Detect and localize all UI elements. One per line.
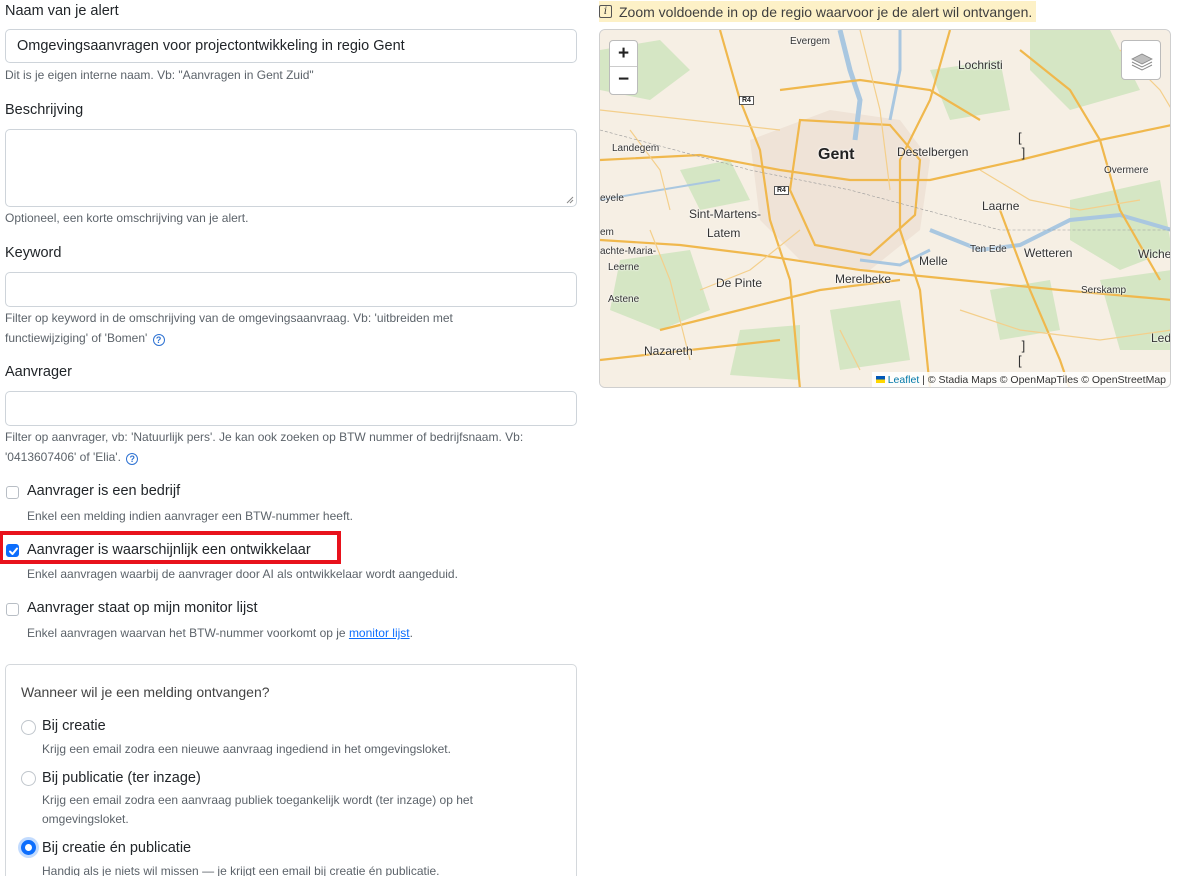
region-map[interactable]: R4 R4 Evergem Lochristi Landegem Gent De… [599, 29, 1171, 388]
place-label: Merelbeke [835, 272, 892, 286]
monitor-help-prefix: Enkel aanvragen waarvan het BTW-nummer v… [27, 626, 349, 640]
keyword-input[interactable] [5, 272, 577, 307]
place-label: Ten Ede [970, 244, 1007, 255]
leaflet-link[interactable]: Leaflet [888, 374, 920, 386]
layers-button[interactable] [1121, 40, 1161, 80]
notify-title: Wanneer wil je een melding ontvangen? [21, 684, 270, 700]
road-sign-r4-north: R4 [739, 96, 754, 105]
place-label: Wetteren [1024, 246, 1073, 260]
monitor-list-checkbox-help: Enkel aanvragen waarvan het BTW-nummer v… [27, 626, 413, 640]
applicant-input[interactable] [5, 391, 577, 426]
layers-icon [1131, 53, 1153, 71]
place-label: Led [1151, 331, 1171, 345]
place-label: Astene [608, 294, 640, 305]
help-question-icon[interactable]: ? [126, 453, 139, 465]
attribution-text: | © Stadia Maps © OpenMapTiles © OpenStr… [922, 373, 1166, 386]
radio-creation-label[interactable]: Bij creatie [42, 718, 106, 734]
applicant-help: Filter op aanvrager, vb: 'Natuurlijk per… [5, 427, 577, 467]
description-help: Optioneel, een korte omschrijving van je… [5, 211, 249, 225]
description-textarea[interactable] [5, 129, 577, 207]
radio-both[interactable] [21, 840, 36, 855]
place-label: Leerne [608, 262, 640, 273]
place-label: achte-Maria- [600, 246, 657, 257]
zoom-control: + − [609, 40, 638, 95]
company-checkbox[interactable] [6, 486, 19, 499]
keyword-help-text: Filter op keyword in de omschrijving van… [5, 311, 453, 345]
notify-card: Wanneer wil je een melding ontvangen? Bi… [5, 664, 577, 876]
name-help: Dit is je eigen interne naam. Vb: "Aanvr… [5, 68, 314, 82]
monitor-list-link[interactable]: monitor lijst [349, 626, 410, 640]
radio-publication-label[interactable]: Bij publicatie (ter inzage) [42, 770, 201, 786]
place-label: Destelbergen [897, 145, 969, 159]
radio-publication[interactable] [21, 771, 36, 786]
place-label: em [600, 227, 614, 238]
developer-checkbox[interactable] [6, 544, 19, 557]
place-label: Wiche [1138, 247, 1171, 261]
zoom-out-button[interactable]: − [610, 67, 637, 93]
zoom-note: i Zoom voldoende in op de regio waarvoor… [599, 1, 1037, 22]
map-attribution: Leaflet | © Stadia Maps © OpenMapTiles ©… [871, 372, 1170, 387]
place-label: Latem [707, 226, 741, 240]
applicant-help-text: Filter op aanvrager, vb: 'Natuurlijk per… [5, 430, 524, 464]
monitor-list-checkbox-label[interactable]: Aanvrager staat op mijn monitor lijst [27, 600, 258, 616]
radio-creation-help: Krijg een email zodra een nieuwe aanvraa… [42, 742, 451, 756]
keyword-label: Keyword [5, 245, 62, 261]
company-checkbox-help: Enkel een melding indien aanvrager een B… [27, 509, 353, 523]
place-label: Laarne [982, 199, 1020, 213]
applicant-label: Aanvrager [5, 364, 72, 380]
radio-both-label[interactable]: Bij creatie én publicatie [42, 840, 191, 856]
place-label: Serskamp [1081, 285, 1127, 296]
monitor-list-checkbox[interactable] [6, 603, 19, 616]
bracket-marker-icon: [ ] [1018, 130, 1026, 160]
name-input[interactable]: Omgevingsaanvragen voor projectontwikkel… [5, 29, 577, 63]
help-question-icon[interactable]: ? [152, 334, 165, 346]
place-label: Nazareth [644, 344, 693, 358]
company-checkbox-label[interactable]: Aanvrager is een bedrijf [27, 483, 180, 499]
developer-checkbox-help: Enkel aanvragen waarbij de aanvrager doo… [27, 567, 458, 581]
radio-creation[interactable] [21, 720, 36, 735]
zoom-in-button[interactable]: + [610, 41, 637, 67]
place-label: Landegem [612, 143, 660, 154]
road-sign-r4-west: R4 [774, 186, 789, 195]
place-label: Overmere [1104, 165, 1149, 176]
ukraine-flag-icon [875, 376, 885, 383]
place-label: De Pinte [716, 276, 763, 290]
developer-checkbox-label[interactable]: Aanvrager is waarschijnlijk een ontwikke… [27, 542, 311, 558]
name-label: Naam van je alert [5, 3, 119, 19]
place-label: eyele [600, 193, 624, 204]
checkmark-icon [9, 547, 18, 555]
radio-publication-help: Krijg een email zodra een aanvraag publi… [42, 793, 473, 826]
bracket-marker-icon: ][ [1018, 338, 1026, 368]
place-label: Evergem [790, 36, 831, 47]
place-label: Gent [818, 146, 855, 163]
keyword-help: Filter op keyword in de omschrijving van… [5, 308, 525, 348]
name-input-value: Omgevingsaanvragen voor projectontwikkel… [17, 38, 405, 54]
radio-both-help: Handig als je niets wil missen — je krij… [42, 864, 440, 876]
place-label: Melle [919, 254, 948, 268]
place-label: Sint-Martens- [689, 207, 762, 221]
description-label: Beschrijving [5, 102, 84, 118]
resize-handle-icon[interactable] [566, 196, 574, 204]
map-tiles [600, 30, 1170, 387]
info-icon: i [599, 5, 612, 18]
zoom-note-text: Zoom voldoende in op de regio waarvoor j… [619, 3, 1033, 20]
place-label: Lochristi [958, 58, 1003, 72]
monitor-help-suffix: . [409, 626, 413, 640]
